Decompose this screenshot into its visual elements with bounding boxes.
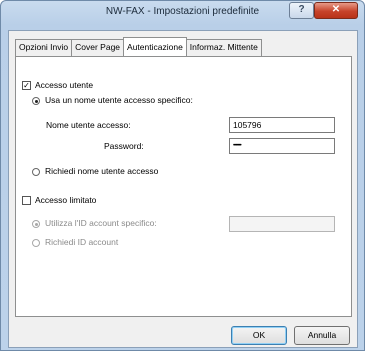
dialog-window: NW-FAX - Impostazioni predefinite ? ✕ Op… — [0, 0, 365, 351]
tab-strip: Opzioni Invio Cover Page Autenticazione … — [15, 37, 262, 56]
ok-button[interactable]: OK — [231, 326, 287, 345]
use-account-id-label: Utilizza l'ID account specifico: — [45, 218, 157, 228]
account-id-input[interactable] — [229, 216, 335, 232]
username-input[interactable]: 105796 — [229, 117, 335, 133]
password-input[interactable]: ••••••• — [229, 138, 335, 154]
tab-opzioni-invio[interactable]: Opzioni Invio — [15, 39, 73, 56]
limited-access-label: Accesso limitato — [35, 195, 97, 205]
use-specific-username-radio[interactable] — [32, 97, 40, 105]
authentication-panel: ✓ Accesso utente Usa un nome utente acce… — [15, 56, 352, 317]
user-access-checkbox[interactable]: ✓ — [22, 81, 31, 90]
ask-account-id-radio[interactable] — [32, 239, 40, 247]
use-account-id-radio[interactable] — [32, 220, 40, 228]
limited-access-checkbox[interactable] — [22, 196, 31, 205]
tab-cover-page[interactable]: Cover Page — [71, 39, 125, 56]
use-specific-username-label: Usa un nome utente accesso specifico: — [45, 95, 193, 105]
tab-autenticazione[interactable]: Autenticazione — [123, 37, 187, 56]
tab-informaz-mittente[interactable]: Informaz. Mittente — [185, 39, 262, 56]
dialog-client-area: Opzioni Invio Cover Page Autenticazione … — [8, 30, 358, 348]
ask-username-label: Richiedi nome utente accesso — [45, 166, 159, 176]
ask-account-id-label: Richiedi ID account — [45, 237, 119, 247]
password-label: Password: — [104, 141, 144, 151]
ask-username-radio[interactable] — [32, 168, 40, 176]
username-label: Nome utente accesso: — [46, 120, 131, 130]
help-button[interactable]: ? — [289, 2, 314, 19]
cancel-button[interactable]: Annulla — [294, 326, 350, 345]
user-access-label: Accesso utente — [35, 80, 94, 90]
close-button[interactable]: ✕ — [314, 2, 358, 19]
